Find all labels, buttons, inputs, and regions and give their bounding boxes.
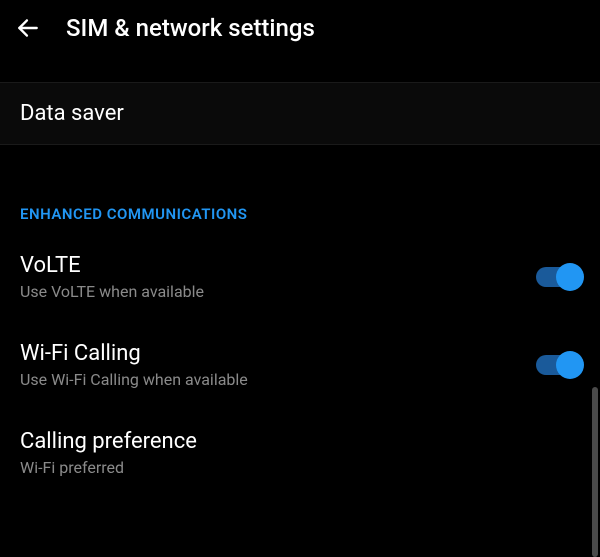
setting-text: Wi-Fi Calling Use Wi-Fi Calling when ava…: [20, 341, 248, 389]
wifi-calling-subtitle: Use Wi-Fi Calling when available: [20, 370, 248, 389]
page-title: SIM & network settings: [66, 14, 315, 42]
calling-preference-title: Calling preference: [20, 429, 197, 454]
toggle-knob: [556, 263, 584, 291]
calling-preference-subtitle: Wi-Fi preferred: [20, 458, 197, 477]
scrollbar[interactable]: [592, 387, 598, 557]
setting-row-volte[interactable]: VoLTE Use VoLTE when available: [0, 231, 600, 319]
volte-toggle[interactable]: [536, 267, 580, 287]
spacer: [0, 145, 600, 205]
setting-row-calling-preference[interactable]: Calling preference Wi-Fi preferred: [0, 407, 600, 495]
data-saver-row[interactable]: Data saver: [0, 82, 600, 145]
setting-row-wifi-calling[interactable]: Wi-Fi Calling Use Wi-Fi Calling when ava…: [0, 319, 600, 407]
app-header: SIM & network settings: [0, 0, 600, 56]
volte-subtitle: Use VoLTE when available: [20, 282, 204, 301]
spacer: [0, 56, 600, 82]
volte-title: VoLTE: [20, 253, 204, 278]
section-header-enhanced-communications: ENHANCED COMMUNICATIONS: [0, 205, 600, 231]
back-arrow-icon[interactable]: [14, 14, 42, 42]
toggle-knob: [556, 351, 584, 379]
wifi-calling-title: Wi-Fi Calling: [20, 341, 248, 366]
setting-text: VoLTE Use VoLTE when available: [20, 253, 204, 301]
wifi-calling-toggle[interactable]: [536, 355, 580, 375]
data-saver-label: Data saver: [20, 101, 580, 126]
setting-text: Calling preference Wi-Fi preferred: [20, 429, 197, 477]
